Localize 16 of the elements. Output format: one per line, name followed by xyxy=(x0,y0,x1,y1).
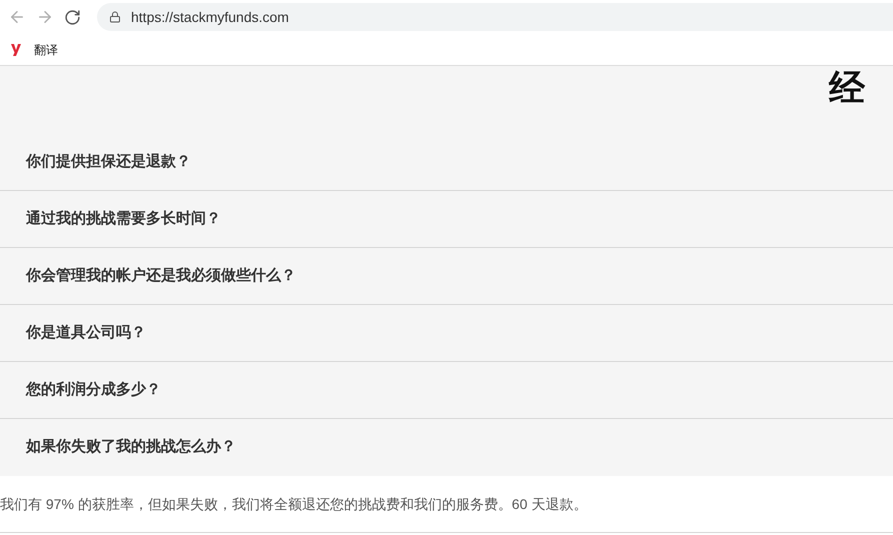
faq-question[interactable]: 你们提供担保还是退款？ xyxy=(0,134,893,191)
url-text: https://stackmyfunds.com xyxy=(131,8,289,27)
faq-question[interactable]: 你是道具公司吗？ xyxy=(0,305,893,362)
faq-question[interactable]: 如果你失败了我的挑战怎么办？ xyxy=(0,419,893,476)
faq-question[interactable]: 您的利润分成多少？ xyxy=(0,362,893,419)
reload-icon[interactable] xyxy=(64,8,81,26)
back-icon[interactable] xyxy=(8,8,26,26)
faq-question[interactable]: 通过我的挑战需要多长时间？ xyxy=(0,191,893,248)
bookmark-link[interactable]: 翻译 xyxy=(34,40,58,58)
address-bar[interactable]: https://stackmyfunds.com xyxy=(97,3,893,31)
bookmark-logo-icon xyxy=(10,42,22,56)
section-heading: 经 xyxy=(829,68,865,108)
faq-question[interactable]: 你会管理我的帐户还是我必须做些什么？ xyxy=(0,248,893,305)
faq-answer: 我们有 97% 的获胜率，但如果失败，我们将全额退还您的挑战费和我们的服务费。60 天退款。 xyxy=(0,494,588,514)
lock-icon xyxy=(109,11,121,23)
forward-icon[interactable] xyxy=(36,8,54,26)
